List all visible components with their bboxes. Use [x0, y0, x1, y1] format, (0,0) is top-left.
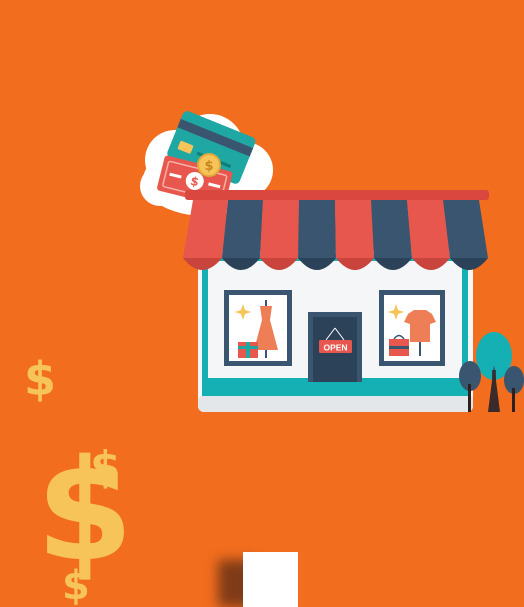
white-block [243, 552, 298, 607]
coin-symbol: $ [204, 159, 213, 174]
left-shop-window [224, 290, 292, 366]
dollar-sign-bottom: $ [62, 563, 90, 607]
shop-door: OPEN [308, 312, 362, 382]
coin-icon: $ [197, 153, 221, 177]
dollar-sign-small: $ [24, 352, 57, 406]
dollar-sign-accent: $ [90, 442, 121, 493]
open-sign-text: OPEN [323, 343, 347, 353]
storefront: OPEN [183, 190, 489, 412]
illustration-canvas: $ $ OPEN $ $ $ $ [0, 0, 524, 607]
right-shop-window [379, 290, 445, 366]
